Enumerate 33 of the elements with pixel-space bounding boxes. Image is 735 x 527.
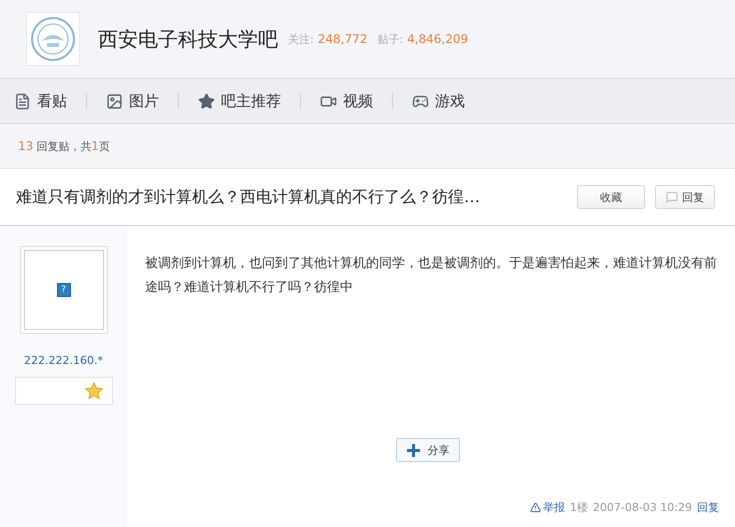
plus-icon	[406, 444, 420, 456]
reply-count: 13	[18, 139, 34, 153]
reply-summary: 回复贴，共	[36, 138, 92, 154]
star-icon	[198, 92, 215, 110]
star-icon	[84, 381, 104, 401]
posts-count: 4,846,209	[407, 32, 468, 46]
document-icon	[14, 92, 31, 110]
posts-label: 贴子:	[377, 32, 404, 46]
warning-icon	[530, 502, 541, 513]
author-ip[interactable]: 222.222.160.*	[24, 354, 103, 367]
speech-bubble-icon	[666, 191, 678, 203]
reply-button[interactable]: 回复	[655, 185, 715, 209]
post-content: 被调剂到计算机，也问到了其他计算机的同学，也是被调剂的。于是遍害怕起来，难道计算机没有前途吗？难道计算机不行了吗？彷徨中	[145, 255, 718, 297]
share-button[interactable]: 分享	[396, 438, 460, 462]
followers-count: 248,772	[318, 32, 368, 46]
nav-tab[interactable]: 吧主推荐	[198, 92, 281, 110]
page-unit: 页	[98, 138, 110, 154]
emblem-logo	[26, 12, 80, 66]
forum-name: 西安电子科技大学吧	[98, 26, 278, 52]
nav-tab[interactable]: 看贴	[14, 92, 67, 110]
nav-tab[interactable]: 图片	[106, 92, 159, 110]
image-icon	[106, 92, 123, 110]
post-time: 2007-08-03 10:29	[592, 501, 692, 514]
followers-label: 关注:	[288, 32, 314, 46]
favorite-button[interactable]: 收藏	[577, 185, 645, 209]
reply-link[interactable]: 回复	[697, 500, 719, 515]
thread-title: 难道只有调剂的才到计算机么？西电计算机真的不行了么？彷徨…	[16, 186, 481, 208]
floor-number: 1楼	[570, 500, 588, 515]
report-link[interactable]: 举报	[530, 500, 565, 515]
page-count: 1	[91, 139, 99, 153]
nav-tab[interactable]: 游戏	[412, 92, 465, 110]
nav-tab[interactable]: 视频	[320, 92, 373, 110]
missing-image-icon: ?	[56, 283, 70, 297]
